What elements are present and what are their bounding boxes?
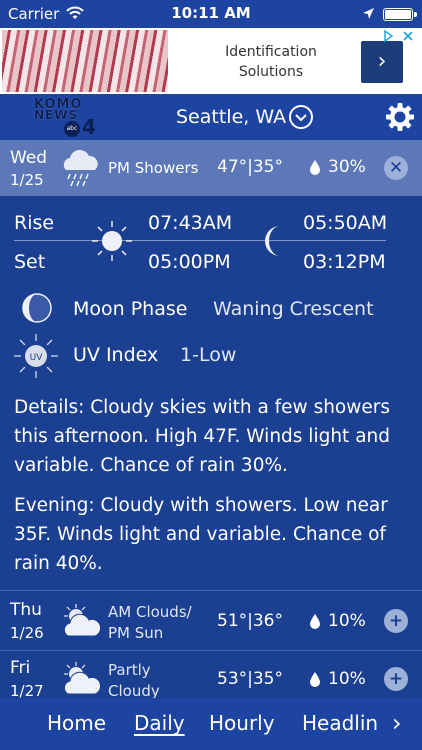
- raindrop-icon: [310, 614, 320, 629]
- rain-cloud-icon: [63, 149, 98, 187]
- chevron-down-icon[interactable]: [289, 105, 313, 129]
- nav-headlines[interactable]: Headlin: [302, 711, 378, 735]
- raindrop-icon: [310, 672, 320, 687]
- partly-cloudy-icon: [63, 662, 102, 695]
- evening-text: Evening: Cloudy with showers. Low near 3…: [14, 495, 388, 574]
- moonrise-time: 05:50AM: [303, 212, 388, 234]
- divider: [14, 240, 386, 241]
- chevron-right-icon: ›: [377, 49, 387, 74]
- city-selector[interactable]: Seattle, WA: [176, 106, 286, 128]
- crescent-moon-icon: [265, 226, 280, 256]
- ad-banner[interactable]: Identification Solutions ›: [0, 28, 422, 94]
- location-arrow-icon: [363, 8, 374, 19]
- uv-icon: UV: [14, 334, 58, 378]
- chevron-right-icon[interactable]: ›: [392, 709, 402, 737]
- moon-phase-label: Moon Phase: [73, 298, 188, 320]
- battery-icon: [383, 8, 417, 21]
- moon-phase-value: Waning Crescent: [213, 298, 374, 320]
- rise-label: Rise: [14, 212, 55, 234]
- svg-text:UV: UV: [30, 353, 44, 363]
- ad-text[interactable]: Identification Solutions: [196, 42, 346, 82]
- day-name: Thu: [10, 600, 42, 620]
- precip-chance: 30%: [328, 157, 366, 177]
- condition-text: PM Showers: [108, 159, 199, 177]
- ad-image: [2, 30, 168, 92]
- high-low-temps: 51°|36°: [217, 611, 283, 631]
- uv-index-label: UV Index: [73, 344, 159, 366]
- divider: [0, 590, 422, 591]
- forecast-row[interactable]: Thu 1/26 AM Clouds/ PM Sun 51°|36° 10% +: [0, 594, 422, 648]
- sunrise-time: 07:43AM: [148, 212, 233, 234]
- condition-text: AM Clouds/ PM Sun: [108, 603, 192, 642]
- nav-hourly[interactable]: Hourly: [209, 711, 275, 735]
- sun-icon: [92, 221, 132, 261]
- day-name: Fri: [10, 658, 31, 678]
- partly-cloudy-icon: [63, 604, 102, 637]
- day-date: 1/25: [10, 171, 44, 189]
- uv-index-value: 1-Low: [180, 344, 237, 366]
- condition-text: Partly Cloudy: [108, 661, 160, 700]
- day-date: 1/26: [10, 624, 44, 642]
- close-icon[interactable]: ✕: [384, 156, 408, 180]
- precip-chance: 10%: [328, 669, 366, 689]
- today-row[interactable]: Wed 1/25 PM Showers 47°|35° 30% ✕: [0, 140, 422, 196]
- gear-icon[interactable]: [385, 102, 415, 132]
- ad-choices-icon[interactable]: [382, 29, 418, 43]
- high-low-temps: 53°|35°: [217, 669, 283, 689]
- divider: [0, 650, 422, 651]
- plus-icon[interactable]: +: [384, 609, 408, 633]
- moonset-time: 03:12PM: [303, 251, 386, 273]
- precip-chance: 10%: [328, 611, 366, 631]
- status-time: 10:11 AM: [171, 4, 251, 22]
- plus-icon[interactable]: +: [384, 667, 408, 691]
- sunset-time: 05:00PM: [148, 251, 231, 273]
- moon-phase-icon: [22, 293, 52, 323]
- set-label: Set: [14, 251, 46, 273]
- nav-daily[interactable]: Daily: [134, 711, 185, 735]
- station-logo: KOMO NEWS abc 4: [34, 97, 96, 139]
- nav-home[interactable]: Home: [47, 711, 106, 735]
- bottom-nav: Home Daily Hourly Headlin ›: [0, 698, 422, 750]
- app-header: KOMO NEWS abc 4 Seattle, WA: [0, 94, 422, 140]
- ad-go-button[interactable]: ›: [361, 41, 403, 83]
- status-bar: Carrier 10:11 AM: [0, 0, 422, 28]
- details-text: Details: Cloudy skies with a few showers…: [14, 397, 391, 476]
- day-name: Wed: [10, 148, 48, 168]
- high-low-temps: 47°|35°: [217, 157, 283, 177]
- raindrop-icon: [310, 160, 320, 175]
